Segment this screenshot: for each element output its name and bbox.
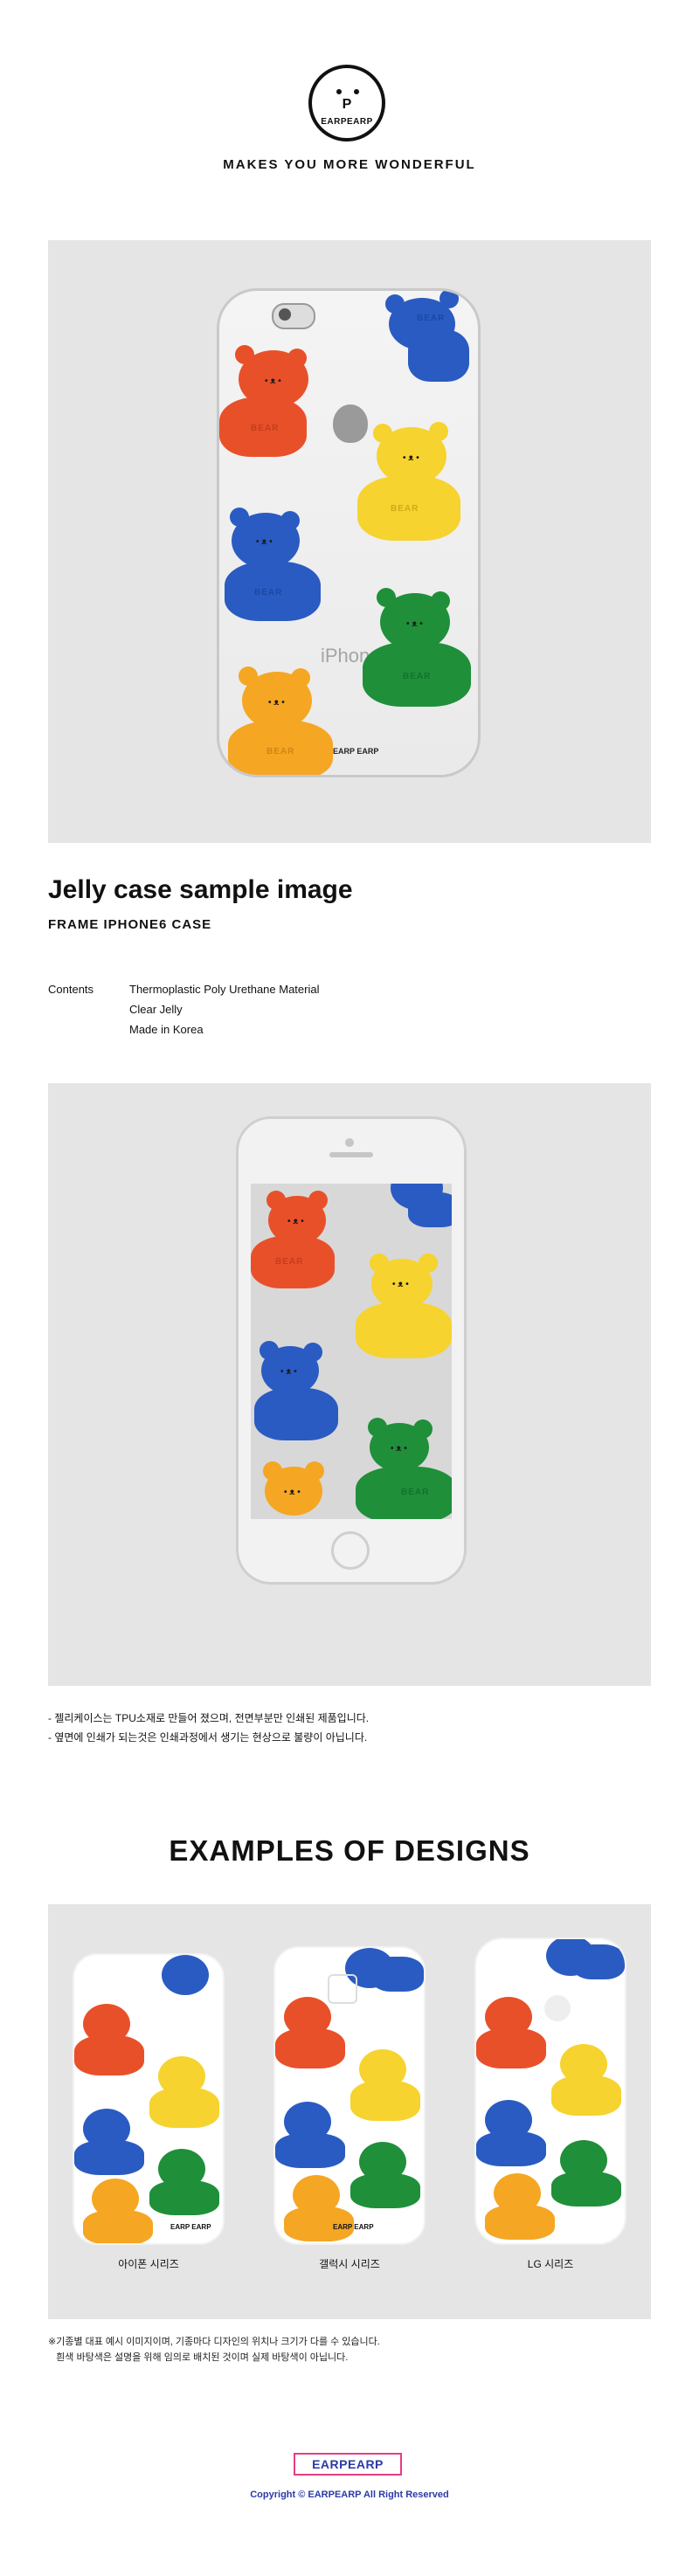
product-subtitle: FRAME IPHONE6 CASE — [48, 917, 212, 932]
red-bear — [74, 1999, 153, 2086]
brand-logo: P EARPEARP — [308, 65, 385, 142]
tagline: MAKES YOU MORE WONDERFUL — [223, 157, 476, 172]
blue-bear — [382, 1184, 452, 1227]
contents-label: Contents — [48, 983, 94, 996]
blue-bear — [476, 2095, 555, 2173]
iphone-series-case: EARP EARP — [74, 1955, 223, 2243]
lg-series-case — [476, 1939, 625, 2243]
blue-bear — [275, 2096, 354, 2175]
speaker-icon — [329, 1152, 373, 1157]
yellow-bear: • ᴥ • — [352, 1253, 452, 1367]
yellow-bear — [546, 2039, 625, 2126]
jelly-case-image: iPhone BEAR • ᴥ • BEAR • ᴥ • BEAR • ᴥ • … — [217, 288, 481, 777]
orange-bear — [83, 2173, 162, 2243]
footer-brand: EARPEARP — [294, 2453, 402, 2476]
note-line: - 옆면에 인쇄가 되는것은 인쇄과정에서 생기는 현상으로 불량이 아닙니다. — [48, 1731, 368, 1744]
logo-letter: P — [342, 97, 352, 112]
case-brand-text: EARP EARP — [333, 747, 379, 756]
blue-bear: BEAR — [377, 291, 478, 387]
logo-text: EARPEARP — [321, 117, 373, 127]
red-bear — [275, 1992, 354, 2079]
series-label-galaxy: 갤럭시 시리즈 — [319, 2258, 380, 2270]
logo-eye-right — [354, 89, 359, 94]
footnote-line: 흰색 바탕색은 설명을 위해 임의로 배치된 것이며 실제 바탕색이 아닙니다. — [48, 2352, 349, 2363]
red-bear — [476, 1992, 555, 2079]
contents-item: Clear Jelly — [129, 1003, 183, 1016]
case-brand-text: EARP EARP — [333, 2223, 374, 2231]
series-label-lg: LG 시리즈 — [527, 2258, 574, 2270]
contents-item: Made in Korea — [129, 1023, 204, 1036]
series-label-iphone: 아이폰 시리즈 — [118, 2258, 179, 2270]
orange-bear: • ᴥ • BEAR — [219, 666, 350, 775]
red-bear: • ᴥ • BEAR — [219, 345, 333, 467]
green-bear: • ᴥ • BEAR — [350, 588, 478, 719]
front-camera-icon — [345, 1138, 354, 1147]
note-line: - 젤리케이스는 TPU소재로 만들어 졌으며, 전면부분만 인쇄된 제품입니다… — [48, 1712, 370, 1724]
product-title: Jelly case sample image — [48, 875, 353, 904]
copyright-text: Copyright © EARPEARP All Right Reserved — [250, 2490, 449, 2500]
yellow-bear — [144, 2051, 223, 2138]
yellow-bear — [345, 2044, 424, 2131]
logo-eye-left — [336, 89, 342, 94]
orange-bear — [485, 2168, 564, 2240]
contents-item: Thermoplastic Poly Urethane Material — [129, 983, 320, 996]
phone-front-image: • ᴥ • BEAR • ᴥ • • ᴥ • • ᴥ • BEAR • ᴥ • — [236, 1116, 467, 1585]
blue-bear — [153, 1955, 223, 2007]
blue-bear — [537, 1939, 625, 1988]
case-brand-text: EARP EARP — [170, 2223, 211, 2231]
blue-bear: • ᴥ • — [251, 1341, 347, 1446]
footnote-line: ※기종별 대표 예시 이미지이며, 기종마다 디자인의 위치나 크기가 다를 수… — [48, 2337, 380, 2347]
examples-title: EXAMPLES OF DESIGNS — [169, 1834, 530, 1867]
green-bear: • ᴥ • BEAR — [347, 1418, 452, 1519]
yellow-bear: • ᴥ • BEAR — [349, 422, 471, 553]
red-bear: • ᴥ • BEAR — [251, 1184, 347, 1297]
orange-bear: • ᴥ • — [251, 1461, 347, 1519]
blue-bear — [74, 2103, 153, 2182]
phone-screen: • ᴥ • BEAR • ᴥ • • ᴥ • • ᴥ • BEAR • ᴥ • — [251, 1184, 452, 1519]
home-button-icon — [331, 1531, 370, 1570]
camera-icon — [272, 303, 315, 329]
blue-bear: • ᴥ • BEAR — [219, 508, 333, 630]
galaxy-series-case: EARP EARP — [275, 1948, 424, 2243]
